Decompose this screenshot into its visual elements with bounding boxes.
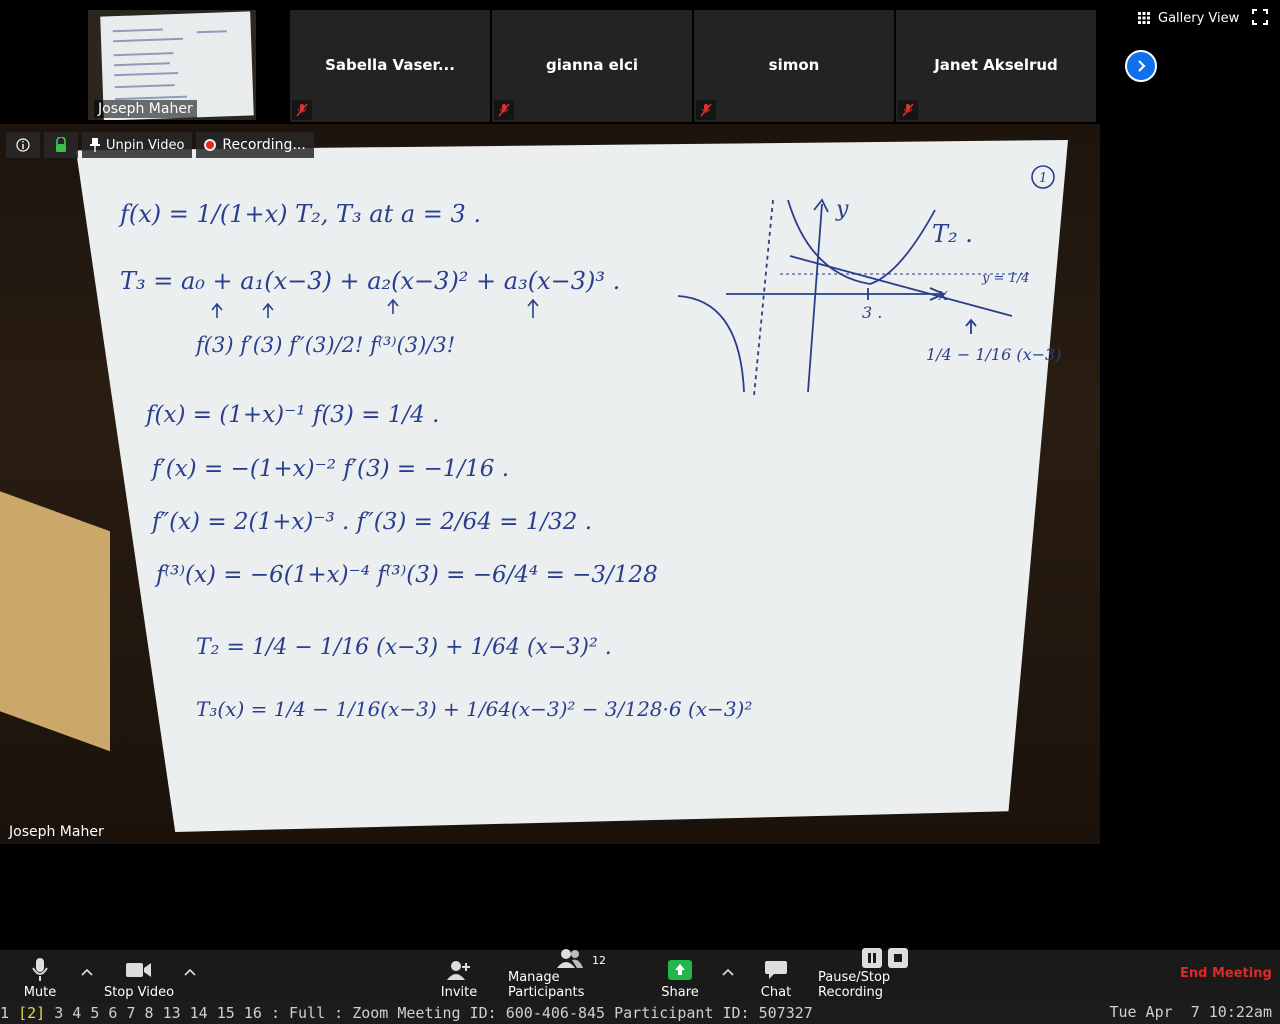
lock-shield-icon <box>56 137 66 152</box>
invite-label: Invite <box>440 985 478 1000</box>
gallery-view-button[interactable]: Gallery View <box>1138 8 1239 28</box>
whiteboard-line: f′(x) = −(1+x)⁻² f′(3) = −1/16 . <box>150 456 509 482</box>
mute-button[interactable]: Mute <box>18 952 62 1000</box>
workspace-item[interactable]: 15 <box>217 1004 235 1022</box>
recording-indicator[interactable]: Recording... <box>196 132 314 158</box>
graph-asymptote-label: y = 1/4 <box>981 271 1029 286</box>
participant-name: simon <box>768 56 820 74</box>
gallery-view-label: Gallery View <box>1158 10 1240 26</box>
microphone-icon <box>32 958 48 981</box>
info-icon <box>16 138 30 152</box>
video-camera-icon <box>126 963 151 977</box>
whiteboard-line: f″(x) = 2(1+x)⁻³ . f″(3) = 2/64 = 1/32 . <box>150 509 592 535</box>
participant-tile[interactable]: Sabella Vaser... <box>290 10 490 122</box>
whiteboard-line: T₃ = a₀ + a₁(x−3) + a₂(x−3)² + a₃(x−3)³ … <box>120 267 620 295</box>
workspace-item[interactable]: 3 <box>54 1004 63 1022</box>
encryption-button[interactable] <box>44 132 78 158</box>
workspace-item[interactable]: [2] <box>18 1004 45 1022</box>
share-label: Share <box>661 985 699 1000</box>
manage-participants-button[interactable]: Manage Participants <box>508 949 632 1000</box>
muted-mic-icon <box>696 100 716 120</box>
workspace-item[interactable]: 13 <box>163 1004 181 1022</box>
workspace-item[interactable]: 5 <box>90 1004 99 1022</box>
main-video: 1 f(x) = 1/(1+x) T₂, T₃ at a = 3 . T₃ = … <box>0 124 1280 848</box>
workspace-item[interactable]: 16 <box>244 1004 262 1022</box>
share-options-caret-icon[interactable] <box>720 964 736 980</box>
audio-options-caret-icon[interactable] <box>79 964 95 980</box>
fullscreen-icon[interactable] <box>1252 9 1268 25</box>
pause-stop-recording-label: Pause/Stop Recording <box>818 970 891 1000</box>
video-options-caret-icon[interactable] <box>182 964 198 980</box>
participant-count-badge: 12 <box>592 954 606 967</box>
end-meeting-button[interactable]: End Meeting <box>1180 966 1272 981</box>
whiteboard-line: f(x) = 1/(1+x) T₂, T₃ at a = 3 . <box>118 200 481 228</box>
chevron-right-icon <box>1138 60 1146 72</box>
stop-icon[interactable] <box>888 948 908 968</box>
whiteboard-line: f⁽³⁾(x) = −6(1+x)⁻⁴ f⁽³⁾(3) = −6/4⁴ = −3… <box>154 562 658 588</box>
workspace-list: 1 [2] 3 4 5 6 7 8 13 14 15 16 <box>0 1004 271 1022</box>
clock: Tue Apr 7 10:22am <box>1109 1003 1272 1021</box>
grid-icon <box>1138 12 1150 24</box>
participant-name: gianna elci <box>545 56 639 74</box>
whiteboard-line: f(x) = (1+x)⁻¹ f(3) = 1/4 . <box>144 402 439 428</box>
whiteboard-line: T₃(x) = 1/4 − 1/16(x−3) + 1/64(x−3)² − 3… <box>196 697 752 721</box>
workspace-item[interactable]: 8 <box>145 1004 154 1022</box>
window-title: Zoom Meeting ID: 600-406-845 Participant… <box>352 1004 813 1022</box>
chat-bubble-icon <box>765 961 787 979</box>
workspace-item[interactable]: 1 <box>0 1004 9 1022</box>
muted-mic-icon <box>494 100 514 120</box>
self-video-thumbnail[interactable]: Joseph Maher <box>88 10 256 120</box>
graph-point-label: 3 . <box>862 303 882 322</box>
meeting-info-button[interactable] <box>6 132 40 158</box>
chat-button[interactable]: Chat <box>756 952 796 1000</box>
share-screen-icon <box>668 960 692 980</box>
share-button[interactable]: Share <box>660 952 700 1000</box>
page-number: 1 <box>1039 171 1047 186</box>
pause-stop-recording-button[interactable]: Pause/Stop Recording <box>818 948 952 1000</box>
participant-name: Sabella Vaser... <box>325 56 455 74</box>
invite-button[interactable]: Invite <box>436 952 482 1000</box>
window-manager-statusbar: 1 [2] 3 4 5 6 7 8 13 14 15 16 : Full : Z… <box>0 1002 1280 1024</box>
graph-tangent-label: 1/4 − 1/16 (x−3) <box>926 345 1061 364</box>
participant-tile[interactable]: simon <box>694 10 894 122</box>
self-name-label: Joseph Maher <box>94 100 197 118</box>
layout-indicator: : Full : <box>270 1004 344 1022</box>
meeting-controls: Mute Stop Video Invite Manage Participan… <box>0 948 1280 1002</box>
pin-icon <box>90 138 100 152</box>
muted-mic-icon <box>898 100 918 120</box>
stop-video-button[interactable]: Stop Video <box>100 952 178 1000</box>
graph-sketch <box>677 198 1030 397</box>
workspace-item[interactable]: 4 <box>72 1004 81 1022</box>
pause-icon[interactable] <box>862 948 882 968</box>
add-person-icon <box>447 961 470 980</box>
participant-tile[interactable]: gianna elci <box>492 10 692 122</box>
whiteboard-line: T₂ = 1/4 − 1/16 (x−3) + 1/64 (x−3)² . <box>196 635 612 660</box>
whiteboard-line: f(3) f′(3) f″(3)/2! f⁽³⁾(3)/3! <box>194 333 455 357</box>
graph-curve-label: T₂ . <box>932 220 973 248</box>
graph-x-label: x <box>938 284 948 305</box>
video-overlay-toolbar: Unpin Video Recording... <box>6 132 314 158</box>
unpin-video-button[interactable]: Unpin Video <box>82 132 193 158</box>
participant-tile[interactable]: Janet Akselrud <box>896 10 1096 122</box>
coefficient-arrows <box>211 298 539 318</box>
gallery-strip: Joseph Maher Sabella Vaser... gianna elc… <box>0 0 1280 124</box>
participant-name: Janet Akselrud <box>934 56 1058 74</box>
workspace-item[interactable]: 14 <box>190 1004 208 1022</box>
record-dot-icon <box>204 139 217 151</box>
muted-mic-icon <box>292 100 312 120</box>
next-page-button[interactable] <box>1125 50 1157 82</box>
mute-label: Mute <box>23 985 57 1000</box>
whiteboard-handwriting: 1 f(x) = 1/(1+x) T₂, T₃ at a = 3 . T₃ = … <box>118 165 1061 721</box>
manage-participants-label: Manage Participants <box>508 970 585 1000</box>
chat-label: Chat <box>760 985 792 1000</box>
speaker-name-label: Joseph Maher <box>9 824 104 840</box>
stop-video-label: Stop Video <box>103 985 175 1000</box>
graph-y-label: y <box>835 197 849 222</box>
unpin-video-label: Unpin Video <box>106 137 185 153</box>
recording-label: Recording... <box>222 137 306 153</box>
participants-icon <box>557 949 583 968</box>
